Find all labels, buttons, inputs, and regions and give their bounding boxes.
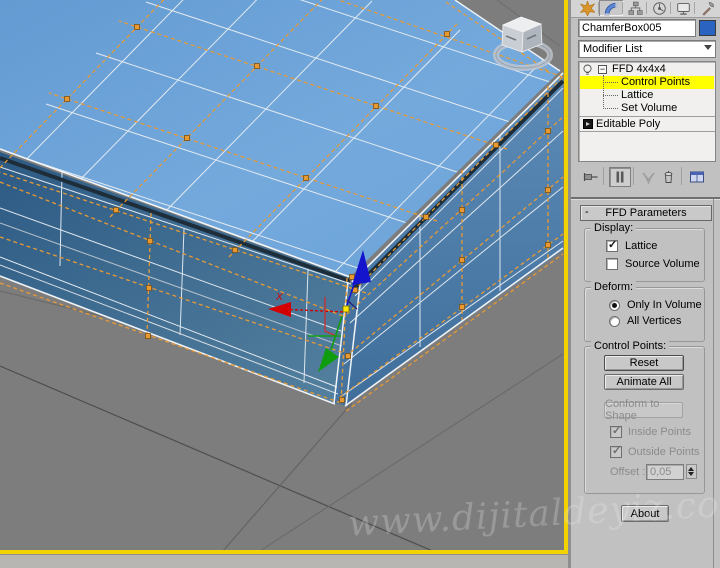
make-unique-button[interactable]: [638, 168, 658, 186]
tab-separator: [694, 2, 695, 14]
utilities-icon: [701, 1, 714, 16]
stack-item-control-points[interactable]: Control Points: [621, 76, 690, 89]
rollout-title: FFD Parameters: [605, 207, 687, 219]
gizmo-x-label: X: [275, 292, 283, 303]
tree-line: [603, 95, 618, 96]
deform-group-label: Deform:: [591, 281, 637, 293]
display-group-label: Display:: [591, 222, 637, 234]
tab-create[interactable]: [575, 0, 599, 16]
animate-all-button[interactable]: Animate All: [604, 374, 684, 390]
collapse-box-icon[interactable]: −: [598, 65, 607, 74]
outside-points-label: Outside Points: [628, 446, 700, 458]
pin-stack-button[interactable]: [581, 168, 601, 186]
conform-to-shape-button: Conform to Shape: [604, 398, 683, 422]
stack-item-editable-poly[interactable]: Editable Poly: [596, 118, 660, 131]
show-end-result-icon: [616, 171, 624, 183]
animate-all-button-label: Animate All: [616, 376, 672, 388]
stack-divider: [579, 131, 715, 132]
configure-modifier-sets-button[interactable]: [687, 168, 707, 186]
all-vertices-radio[interactable]: [609, 316, 620, 327]
all-vertices-label[interactable]: All Vertices: [627, 315, 681, 328]
stack-item-lattice[interactable]: Lattice: [621, 89, 653, 102]
outside-points-checkbox: [610, 444, 622, 458]
spinner-up-icon[interactable]: [688, 467, 694, 471]
rollout-collapse-icon[interactable]: -: [585, 206, 589, 218]
tab-modify[interactable]: [599, 0, 623, 16]
stack-divider: [579, 116, 715, 117]
object-name-field[interactable]: [578, 19, 696, 37]
toolbar-separator: [633, 167, 634, 185]
control-points-group-label: Control Points:: [591, 340, 670, 352]
bulb-icon[interactable]: [582, 64, 593, 76]
tab-utilities[interactable]: [695, 0, 719, 16]
perspective-viewport[interactable]: X: [0, 0, 578, 553]
spinner-down-icon[interactable]: [688, 472, 694, 476]
selected-control-point[interactable]: [342, 305, 350, 313]
make-unique-icon: [641, 172, 655, 184]
inside-points-label: Inside Points: [628, 426, 691, 438]
display-icon: [676, 2, 690, 15]
conform-to-shape-label: Conform to Shape: [605, 398, 660, 422]
create-icon: [579, 0, 595, 16]
display-group: Display:: [584, 222, 705, 282]
ffd-parameters-rollout-header[interactable]: - FFD Parameters: [580, 205, 712, 221]
about-button-label: About: [630, 507, 660, 520]
window-bottom-strip: [0, 554, 568, 568]
3dsmax-window: X ChamferBox005 Modifier List − FFD 4x4x…: [0, 0, 720, 568]
tab-hierarchy[interactable]: [623, 0, 647, 16]
inside-points-checkbox: [610, 424, 622, 438]
modifier-list-dropdown[interactable]: Modifier List: [578, 40, 716, 58]
editable-poly-icon: [583, 119, 593, 129]
modify-icon: [604, 2, 618, 16]
reset-button-label: Reset: [629, 357, 659, 369]
panel-scroll-gutter[interactable]: [713, 199, 714, 568]
offset-spinner[interactable]: [686, 464, 697, 479]
stack-item-set-volume[interactable]: Set Volume: [621, 102, 677, 115]
tab-separator: [670, 2, 671, 14]
source-volume-checkbox[interactable]: [606, 258, 618, 270]
tree-line: [603, 82, 618, 83]
viewport-scene: X: [0, 0, 578, 553]
object-color-swatch[interactable]: [699, 20, 716, 36]
toolbar-separator: [603, 167, 604, 185]
show-end-result-button[interactable]: [609, 167, 631, 187]
motion-icon: [652, 1, 666, 15]
tree-line: [603, 75, 604, 109]
offset-field: 0,05: [646, 464, 684, 480]
toolbar-separator: [681, 167, 682, 185]
tab-separator: [646, 2, 647, 14]
hierarchy-icon: [628, 1, 643, 15]
about-button[interactable]: About: [621, 505, 669, 522]
source-volume-checkbox-label[interactable]: Source Volume: [625, 258, 700, 271]
tab-separator: [598, 2, 599, 14]
configure-modifier-sets-icon: [690, 171, 704, 183]
pin-stack-icon: [583, 173, 598, 181]
lattice-checkbox[interactable]: [606, 238, 618, 252]
only-in-volume-radio[interactable]: [609, 300, 620, 311]
only-in-volume-label[interactable]: Only In Volume: [627, 299, 702, 312]
modifier-stack-list[interactable]: − FFD 4x4x4 Control Points Lattice Set V…: [578, 61, 716, 162]
panel-divider: [571, 197, 720, 200]
remove-modifier-icon: [664, 171, 672, 183]
tree-line: [603, 108, 618, 109]
stack-item-modifier[interactable]: FFD 4x4x4: [612, 63, 666, 76]
lattice-checkbox-label[interactable]: Lattice: [625, 240, 657, 253]
tab-separator: [622, 2, 623, 14]
chevron-down-icon: [704, 45, 712, 50]
remove-modifier-button[interactable]: [658, 168, 678, 186]
tab-motion[interactable]: [647, 0, 671, 16]
offset-label: Offset :: [610, 466, 646, 478]
reset-button[interactable]: Reset: [604, 355, 684, 371]
modifier-list-label: Modifier List: [583, 43, 643, 55]
tab-display[interactable]: [671, 0, 695, 16]
